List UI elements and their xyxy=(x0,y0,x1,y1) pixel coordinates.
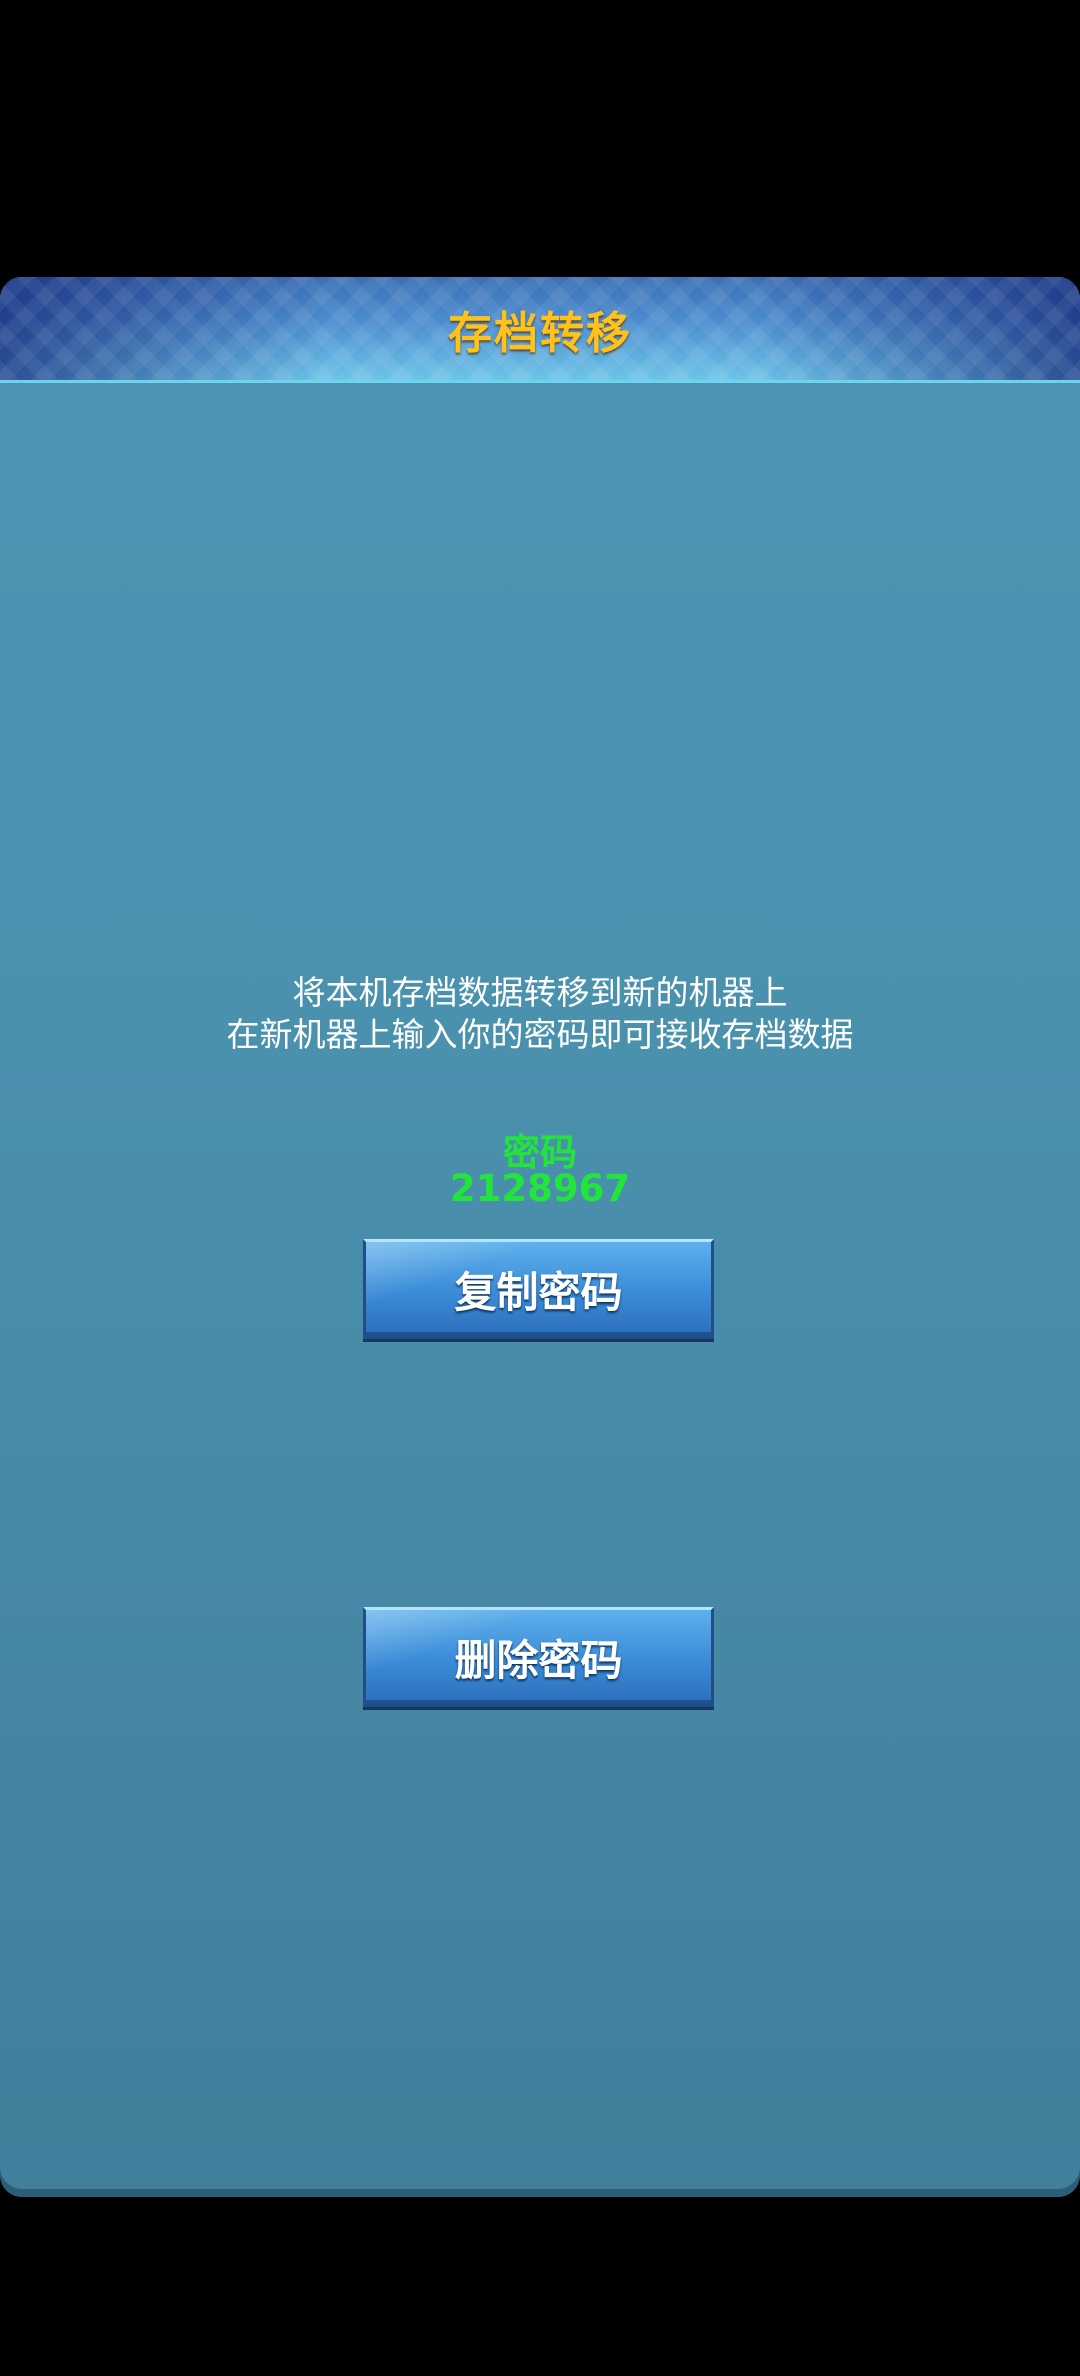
password-value: 2128967 xyxy=(449,1167,631,1210)
panel-title: 存档转移 xyxy=(448,308,632,359)
description-line-2: 在新机器上输入你的密码即可接收存档数据 xyxy=(226,1015,854,1054)
delete-password-button[interactable]: 删除密码 xyxy=(363,1607,714,1707)
save-transfer-panel: 存档转移 将本机存档数据转移到新的机器上 在新机器上输入你的密码即可接收存档数据… xyxy=(0,277,1080,2197)
copy-password-button[interactable]: 复制密码 xyxy=(363,1239,714,1339)
copy-password-label: 复制密码 xyxy=(454,1267,623,1317)
panel-header: 存档转移 xyxy=(0,277,1080,383)
description-line-1: 将本机存档数据转移到新的机器上 xyxy=(292,973,788,1012)
delete-password-label: 删除密码 xyxy=(454,1635,623,1685)
transfer-description: 将本机存档数据转移到新的机器上 在新机器上输入你的密码即可接收存档数据 xyxy=(0,972,1080,1056)
